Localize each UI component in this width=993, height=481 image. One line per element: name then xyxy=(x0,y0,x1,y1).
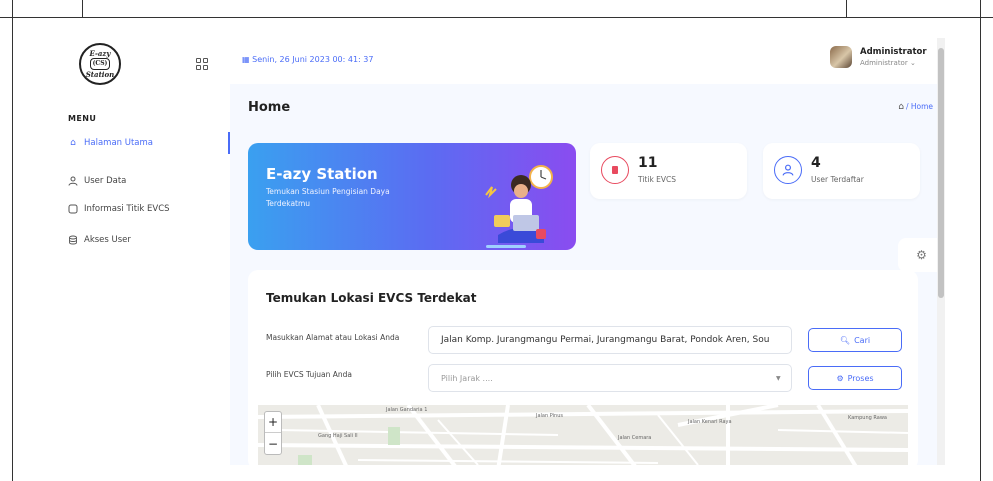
stat-label: User Terdaftar xyxy=(811,175,864,184)
map-street-label: Jalan Gandaria 1 xyxy=(386,407,428,413)
home-icon[interactable]: ⌂ xyxy=(898,102,904,112)
stat-value: 11 xyxy=(638,155,658,171)
gear-icon: ⚙ xyxy=(916,248,927,262)
table-border-top xyxy=(0,17,993,18)
table-border-left xyxy=(12,0,13,481)
logo-plug: (CS) xyxy=(90,58,110,70)
calendar-icon: ▦ xyxy=(242,55,253,64)
document-page: E-azy (CS) Station MENU ⌂ Halaman Utama … xyxy=(0,0,993,481)
chevron-down-icon: ▼ xyxy=(776,375,781,382)
breadcrumb-home[interactable]: / Home xyxy=(906,102,933,111)
page-title: Home xyxy=(248,100,291,115)
user-role-dropdown[interactable]: Administrator ⌄ xyxy=(860,59,916,67)
stat-card-titik-evcs[interactable]: 11 Titik EVCS xyxy=(590,143,747,199)
info-icon xyxy=(68,204,78,214)
stat-value: 4 xyxy=(811,155,821,171)
station-label: Pilih EVCS Tujuan Anda xyxy=(266,370,353,379)
zoom-out-button[interactable]: − xyxy=(265,433,281,454)
search-button[interactable]: 🔍︎ Cari xyxy=(808,328,902,352)
banner-title: E-azy Station xyxy=(266,165,378,183)
user-name[interactable]: Administrator xyxy=(860,47,927,57)
sidebar-item-label: User Data xyxy=(84,176,127,186)
map[interactable]: + − Jalan Gandaria 1 Gang Haji Sali II J… xyxy=(258,405,908,465)
table-border-right xyxy=(980,0,981,481)
person-laptop-illustration xyxy=(485,165,553,248)
grid-menu-icon[interactable] xyxy=(196,58,208,70)
sidebar-item-akses-user[interactable]: Akses User xyxy=(60,229,230,251)
search-icon: 🔍︎ xyxy=(839,335,851,345)
map-street-label: Kampung Rawa xyxy=(848,415,887,421)
menu-title: MENU xyxy=(68,114,97,123)
book-icon xyxy=(601,156,629,184)
sidebar-item-label: Halaman Utama xyxy=(84,138,154,148)
date-time: ▦ Senin, 26 Juni 2023 00: 41: 37 xyxy=(242,55,374,64)
process-button[interactable]: ⚙ Proses xyxy=(808,366,902,390)
avatar[interactable] xyxy=(830,46,852,68)
page-scrollbar[interactable] xyxy=(937,38,945,465)
app-screenshot: E-azy (CS) Station MENU ⌂ Halaman Utama … xyxy=(60,38,945,465)
breadcrumb: ⌂ / Home xyxy=(898,102,933,112)
finder-title: Temukan Lokasi EVCS Terdekat xyxy=(266,291,477,305)
zoom-in-button[interactable]: + xyxy=(265,412,281,433)
sidebar-item-user-data[interactable]: User Data xyxy=(60,170,230,192)
logo-text-top: E-azy xyxy=(89,48,111,58)
sidebar-item-informasi-titik-evcs[interactable]: Informasi Titik EVCS xyxy=(60,198,230,220)
database-icon xyxy=(68,235,78,245)
banner-subtitle: Temukan Stasiun Pengisian Daya Terdekatm… xyxy=(266,187,390,208)
home-icon: ⌂ xyxy=(70,138,76,148)
map-street-label: Jalan Pinus xyxy=(536,413,563,419)
topbar: ▦ Senin, 26 Juni 2023 00: 41: 37 Adminis… xyxy=(230,38,945,84)
logo-text-bottom: Station xyxy=(85,70,115,79)
map-street-label: Jalan Cemara xyxy=(618,435,652,441)
evcs-finder-card: Temukan Lokasi EVCS Terdekat Masukkan Al… xyxy=(248,270,918,465)
user-icon xyxy=(774,156,802,184)
map-street-label: Gang Haji Sali II xyxy=(318,433,358,439)
address-input[interactable]: Jalan Komp. Jurangmangu Permai, Jurangma… xyxy=(428,326,792,354)
sidebar-item-label: Akses User xyxy=(84,235,131,245)
gears-icon: ⚙ xyxy=(836,373,844,383)
user-icon xyxy=(68,176,78,186)
scrollbar-thumb[interactable] xyxy=(938,48,944,298)
table-divider-b xyxy=(846,0,847,18)
map-zoom-control: + − xyxy=(264,411,282,455)
sidebar-item-halaman-utama[interactable]: ⌂ Halaman Utama xyxy=(60,132,230,154)
address-label: Masukkan Alamat atau Lokasi Anda xyxy=(266,333,400,342)
welcome-banner: E-azy Station Temukan Stasiun Pengisian … xyxy=(248,143,576,250)
app-logo[interactable]: E-azy (CS) Station xyxy=(79,43,121,85)
sidebar-item-label: Informasi Titik EVCS xyxy=(84,204,170,214)
stat-label: Titik EVCS xyxy=(638,175,677,184)
stat-card-user-terdaftar[interactable]: 4 User Terdaftar xyxy=(763,143,920,199)
table-divider-a xyxy=(82,0,83,18)
map-street-label: Jalan Kenari Raya xyxy=(688,419,732,425)
station-select[interactable]: Pilih Jarak .... xyxy=(428,364,792,392)
sidebar: E-azy (CS) Station MENU ⌂ Halaman Utama … xyxy=(60,38,230,465)
